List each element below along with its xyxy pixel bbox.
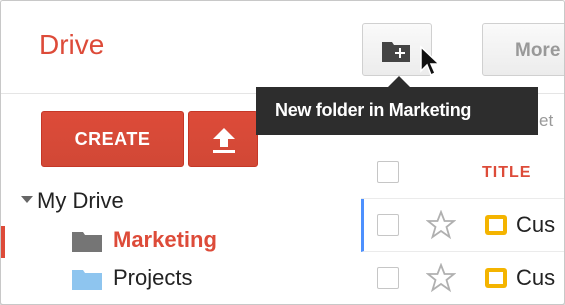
create-button[interactable]: CREATE (41, 111, 184, 167)
active-folder-indicator (1, 226, 5, 258)
folder-icon (72, 270, 102, 290)
tree-caret-down-icon[interactable] (21, 196, 33, 203)
slides-icon (485, 215, 507, 235)
tree-root-my-drive[interactable]: My Drive (37, 188, 124, 214)
file-row[interactable]: Cus (361, 252, 564, 304)
folder-icon (72, 232, 102, 252)
title-column-header[interactable]: TITLE (482, 164, 531, 182)
mouse-pointer-icon (420, 45, 441, 77)
file-list: TITLE Cus Cus (361, 146, 564, 304)
sidebar-folder-label: Marketing (113, 227, 217, 252)
file-row[interactable]: Cus (361, 199, 564, 252)
tooltip-arrow (388, 76, 410, 87)
create-button-label: CREATE (74, 129, 151, 149)
tooltip-text: New folder in Marketing (275, 100, 472, 120)
file-name: Cus (516, 265, 556, 290)
more-button[interactable]: More (482, 23, 564, 76)
upload-icon (213, 128, 235, 153)
upload-button[interactable] (188, 111, 258, 167)
file-name: Cus (516, 212, 556, 237)
top-bar: Drive More (1, 1, 564, 94)
star-icon[interactable] (426, 263, 456, 293)
partial-toolbar-text: et (539, 111, 554, 130)
more-button-label: More (515, 40, 561, 61)
app-title: Drive (39, 29, 105, 60)
slides-icon (485, 268, 507, 288)
row-checkbox[interactable] (377, 267, 399, 289)
select-all-checkbox[interactable] (377, 161, 399, 183)
file-list-header: TITLE (361, 146, 564, 199)
row-checkbox[interactable] (377, 214, 399, 236)
new-folder-tooltip: New folder in Marketing (256, 87, 538, 135)
star-icon[interactable] (426, 210, 456, 240)
drive-window: Drive More et CREATE My Drive Marketing (0, 0, 565, 305)
folder-plus-icon (382, 42, 410, 62)
sidebar-folder-label: Projects (113, 265, 193, 290)
